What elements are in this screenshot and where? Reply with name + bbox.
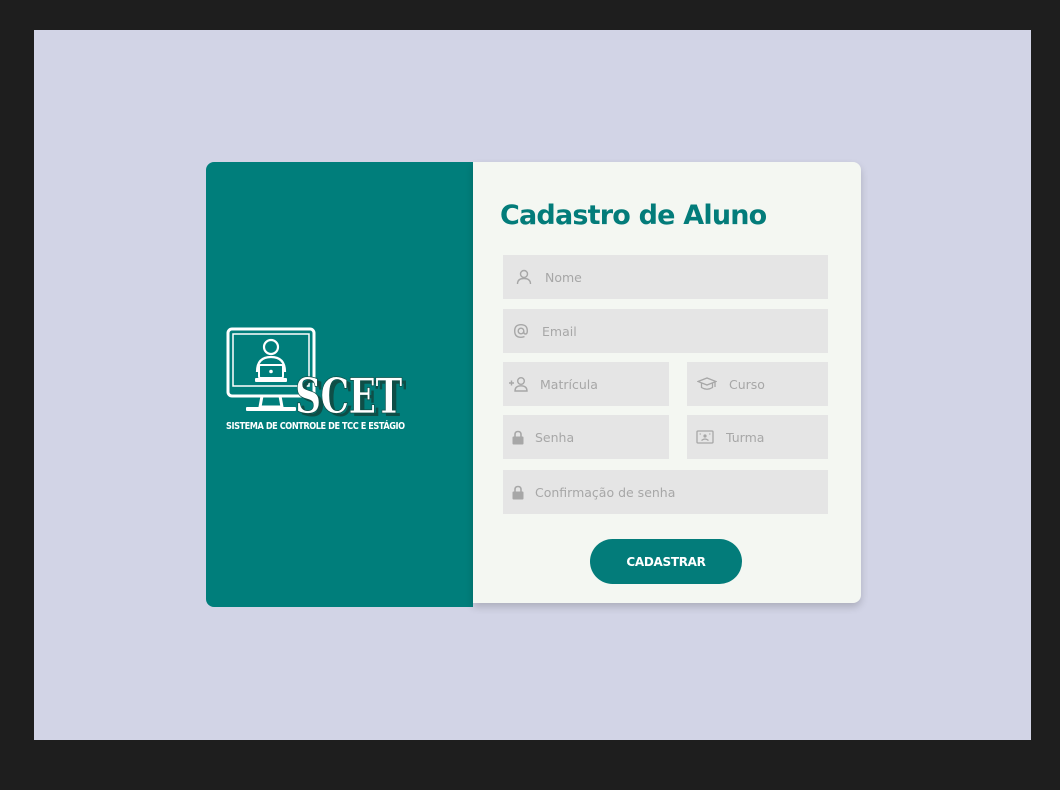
curso-input[interactable] <box>729 362 828 406</box>
nome-field[interactable] <box>503 255 828 299</box>
lock-icon <box>511 483 525 501</box>
lock-icon <box>511 428 525 446</box>
form-panel: Cadastro de Aluno Nome Email Matrícula C… <box>473 162 861 603</box>
logo-tagline: SISTEMA DE CONTROLE DE TCC E ESTÁGIO <box>226 421 405 432</box>
email-input[interactable] <box>542 309 828 353</box>
matricula-input[interactable] <box>540 362 669 406</box>
user-icon <box>515 268 533 286</box>
nome-input[interactable] <box>545 255 828 299</box>
turma-field[interactable] <box>687 415 828 459</box>
senha-input[interactable] <box>535 415 669 459</box>
logo-wordmark: SCET <box>295 369 402 419</box>
at-icon <box>512 322 530 340</box>
scet-logo: SCET SCET SISTEMA DE CONTROLE DE TCC E E… <box>226 327 456 437</box>
add-user-icon <box>508 375 528 393</box>
email-field[interactable] <box>503 309 828 353</box>
confirmacao-field[interactable] <box>503 470 828 514</box>
turma-input[interactable] <box>726 415 828 459</box>
logo-graphic: SCET SCET <box>226 327 407 419</box>
register-card: SCET SCET SISTEMA DE CONTROLE DE TCC E E… <box>206 162 861 607</box>
viewport: SCET SCET SISTEMA DE CONTROLE DE TCC E E… <box>34 30 1031 740</box>
id-card-icon <box>696 428 714 446</box>
brand-panel: SCET SCET SISTEMA DE CONTROLE DE TCC E E… <box>206 162 473 607</box>
confirmacao-input[interactable] <box>535 470 828 514</box>
form-title: Cadastro de Aluno <box>500 200 767 231</box>
curso-field[interactable] <box>687 362 828 406</box>
cadastrar-button[interactable]: CADASTRAR <box>590 539 742 584</box>
matricula-field[interactable] <box>503 362 669 406</box>
senha-field[interactable] <box>503 415 669 459</box>
graduation-cap-icon <box>697 375 717 393</box>
